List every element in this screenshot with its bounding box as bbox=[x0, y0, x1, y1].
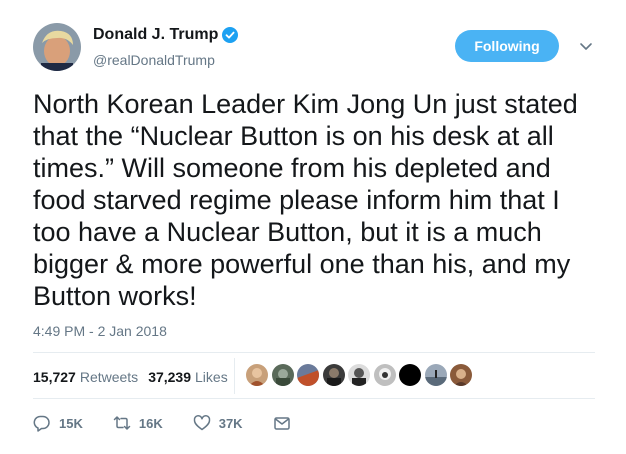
retweet-count: 16K bbox=[138, 415, 163, 431]
tweet-text: North Korean Leader Kim Jong Un just sta… bbox=[33, 89, 578, 311]
reply-icon bbox=[33, 415, 50, 432]
author-handle[interactable]: @realDonaldTrump bbox=[93, 52, 215, 68]
following-button[interactable]: Following bbox=[455, 30, 559, 62]
liker-avatar[interactable] bbox=[271, 364, 294, 386]
liker-avatar[interactable] bbox=[246, 364, 268, 386]
retweet-button[interactable]: 16K bbox=[113, 414, 163, 432]
liker-avatar[interactable] bbox=[450, 364, 472, 386]
likers-avatar-list bbox=[246, 364, 476, 386]
stats-bottom-divider bbox=[33, 398, 595, 399]
retweet-icon bbox=[113, 416, 131, 430]
author-avatar[interactable] bbox=[33, 23, 81, 71]
reply-count: 15K bbox=[59, 415, 83, 431]
direct-message-button[interactable] bbox=[273, 414, 291, 432]
like-count: 37K bbox=[218, 415, 243, 431]
retweets-label[interactable]: Retweets bbox=[80, 369, 138, 385]
chevron-down-icon[interactable] bbox=[578, 36, 594, 56]
liker-avatar[interactable] bbox=[373, 364, 396, 386]
tweet-timestamp[interactable]: 4:49 PM - 2 Jan 2018 bbox=[33, 323, 167, 339]
liker-avatar[interactable] bbox=[399, 364, 421, 386]
author-display-name[interactable]: Donald J. Trump bbox=[93, 26, 218, 44]
retweets-count[interactable]: 15,727 bbox=[33, 369, 76, 385]
like-button[interactable]: 37K bbox=[193, 414, 243, 432]
stats-separator bbox=[234, 358, 235, 394]
liker-avatar[interactable] bbox=[322, 364, 345, 386]
verified-badge-icon bbox=[222, 27, 239, 43]
likes-label[interactable]: Likes bbox=[195, 369, 228, 385]
stats-top-divider bbox=[33, 352, 595, 353]
reply-button[interactable]: 15K bbox=[33, 414, 83, 432]
liker-avatar[interactable] bbox=[348, 364, 370, 386]
tweet-actions: 15K 16K 37K bbox=[33, 414, 291, 432]
liker-avatar[interactable] bbox=[297, 364, 319, 386]
liker-avatar[interactable] bbox=[424, 364, 447, 386]
heart-icon bbox=[193, 415, 210, 431]
likes-count[interactable]: 37,239 bbox=[148, 369, 191, 385]
engagement-stats: 15,727 Retweets 37,239 Likes bbox=[33, 369, 228, 385]
direct-message-icon bbox=[273, 417, 290, 430]
author-name-row: Donald J. Trump bbox=[93, 26, 239, 44]
